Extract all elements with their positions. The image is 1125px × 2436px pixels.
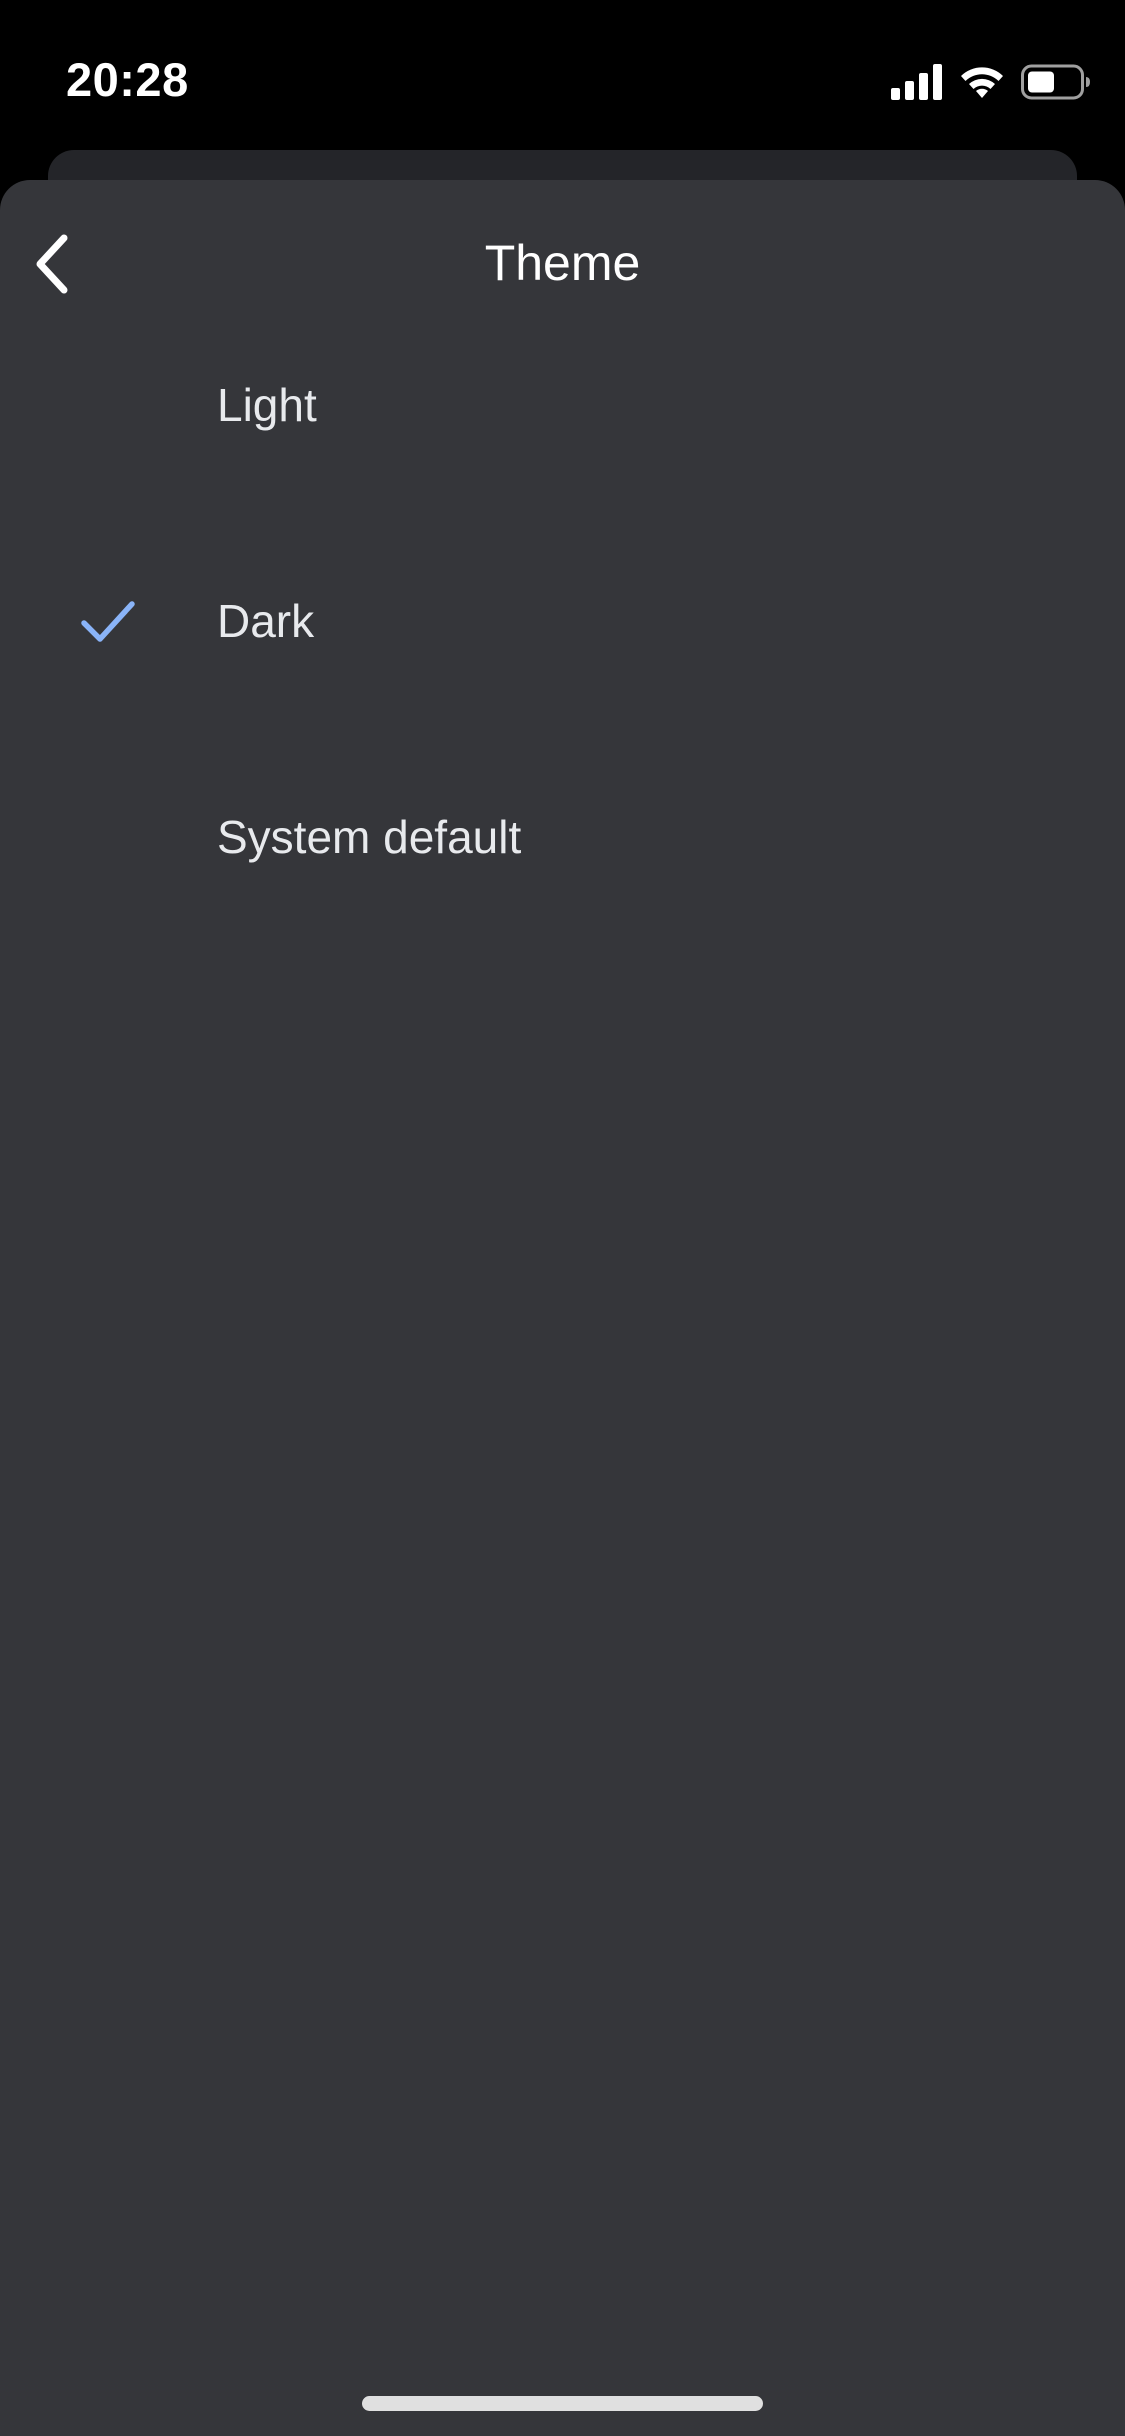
wifi-icon bbox=[961, 67, 1003, 98]
battery-icon bbox=[1021, 64, 1090, 100]
theme-option-light[interactable]: Light bbox=[0, 308, 1125, 524]
theme-sheet: Theme Light Dark System default bbox=[0, 180, 1125, 2436]
signal-icon bbox=[891, 64, 942, 100]
check-icon bbox=[81, 601, 135, 642]
option-label: Light bbox=[217, 379, 317, 431]
theme-option-system-default[interactable]: System default bbox=[0, 740, 1125, 956]
option-label: Dark bbox=[217, 595, 315, 647]
status-bar: 20:28 bbox=[0, 0, 1125, 150]
option-label: System default bbox=[217, 811, 522, 863]
screen: 20:28 Theme Light Dark System default bbox=[0, 0, 1125, 2436]
status-time: 20:28 bbox=[66, 53, 189, 106]
status-icons bbox=[891, 62, 1091, 102]
theme-option-dark[interactable]: Dark bbox=[0, 524, 1125, 740]
theme-options-list: Light Dark System default bbox=[0, 379, 1125, 956]
home-indicator bbox=[362, 2396, 763, 2411]
page-title: Theme bbox=[484, 235, 641, 291]
